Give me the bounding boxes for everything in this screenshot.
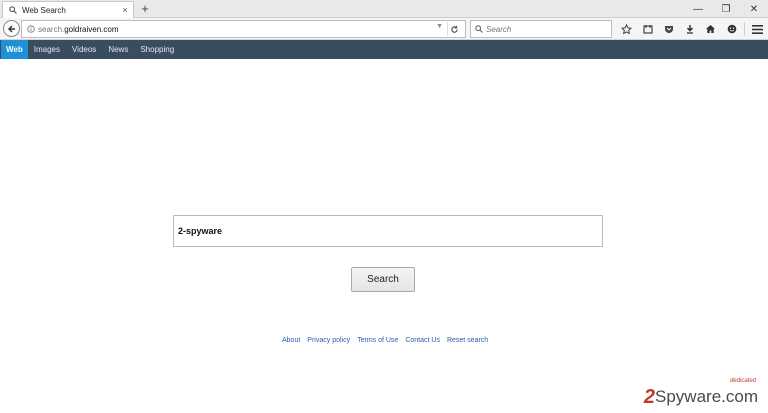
back-button[interactable] <box>3 20 20 37</box>
watermark-mark: 2 <box>643 386 656 408</box>
browser-search-bar[interactable] <box>470 20 612 38</box>
download-icon[interactable] <box>679 20 700 38</box>
watermark-badge: dedicated <box>729 378 756 384</box>
footer-link-about[interactable]: About <box>282 337 300 344</box>
nav-tab-web[interactable]: Web <box>1 40 28 59</box>
browser-search-input[interactable] <box>486 24 604 34</box>
footer-link-terms-of-use[interactable]: Terms of Use <box>357 337 398 344</box>
search-icon <box>8 5 18 15</box>
toolbar-divider <box>744 22 745 36</box>
browser-toolbar: search. goldraiven.com ▼ <box>0 18 768 40</box>
url-prefix: search. <box>38 24 65 34</box>
site-nav-bar: Web Images Videos News Shopping <box>0 40 768 59</box>
history-dropdown-icon[interactable]: ▼ <box>436 23 443 30</box>
bookmark-star-icon[interactable] <box>616 20 637 38</box>
pocket-icon[interactable] <box>658 20 679 38</box>
search-button[interactable]: Search <box>351 267 415 292</box>
site-info-icon[interactable] <box>27 25 35 33</box>
reading-list-icon[interactable] <box>637 20 658 38</box>
footer-link-privacy-policy[interactable]: Privacy policy <box>307 337 350 344</box>
nav-tab-images[interactable]: Images <box>28 40 66 59</box>
search-icon <box>475 25 483 33</box>
tab-title: Web Search <box>22 5 66 15</box>
minimize-button[interactable]: — <box>684 0 712 18</box>
search-query-field[interactable] <box>173 215 603 247</box>
hello-chat-icon[interactable] <box>721 20 742 38</box>
home-icon[interactable] <box>700 20 721 38</box>
nav-tab-shopping[interactable]: Shopping <box>134 40 180 59</box>
nav-tab-news[interactable]: News <box>102 40 134 59</box>
url-domain: goldraiven.com <box>64 24 119 34</box>
window-controls: — ❐ ✕ <box>684 0 768 18</box>
new-tab-button[interactable]: + <box>138 1 152 16</box>
footer-links: About Privacy policy Terms of Use Contac… <box>282 337 495 344</box>
reload-icon[interactable] <box>447 22 461 36</box>
hamburger-menu-icon[interactable] <box>747 20 768 38</box>
address-bar[interactable]: search. goldraiven.com ▼ <box>21 20 466 38</box>
browser-tab[interactable]: Web Search × <box>2 1 134 18</box>
back-arrow-icon <box>7 25 15 32</box>
footer-link-reset-search[interactable]: Reset search <box>447 337 488 344</box>
close-window-button[interactable]: ✕ <box>740 0 768 18</box>
toolbar-icons <box>616 20 768 38</box>
footer-link-contact-us[interactable]: Contact Us <box>405 337 440 344</box>
tab-close-icon[interactable]: × <box>120 5 130 15</box>
search-query-input[interactable] <box>178 226 602 236</box>
browser-tab-strip: Web Search × + — ❐ ✕ <box>0 0 768 18</box>
restore-button[interactable]: ❐ <box>712 0 740 18</box>
watermark-logo: 2 Spyware.com dedicated <box>643 378 758 408</box>
watermark-text: Spyware.com <box>655 387 758 406</box>
nav-tab-videos[interactable]: Videos <box>66 40 102 59</box>
